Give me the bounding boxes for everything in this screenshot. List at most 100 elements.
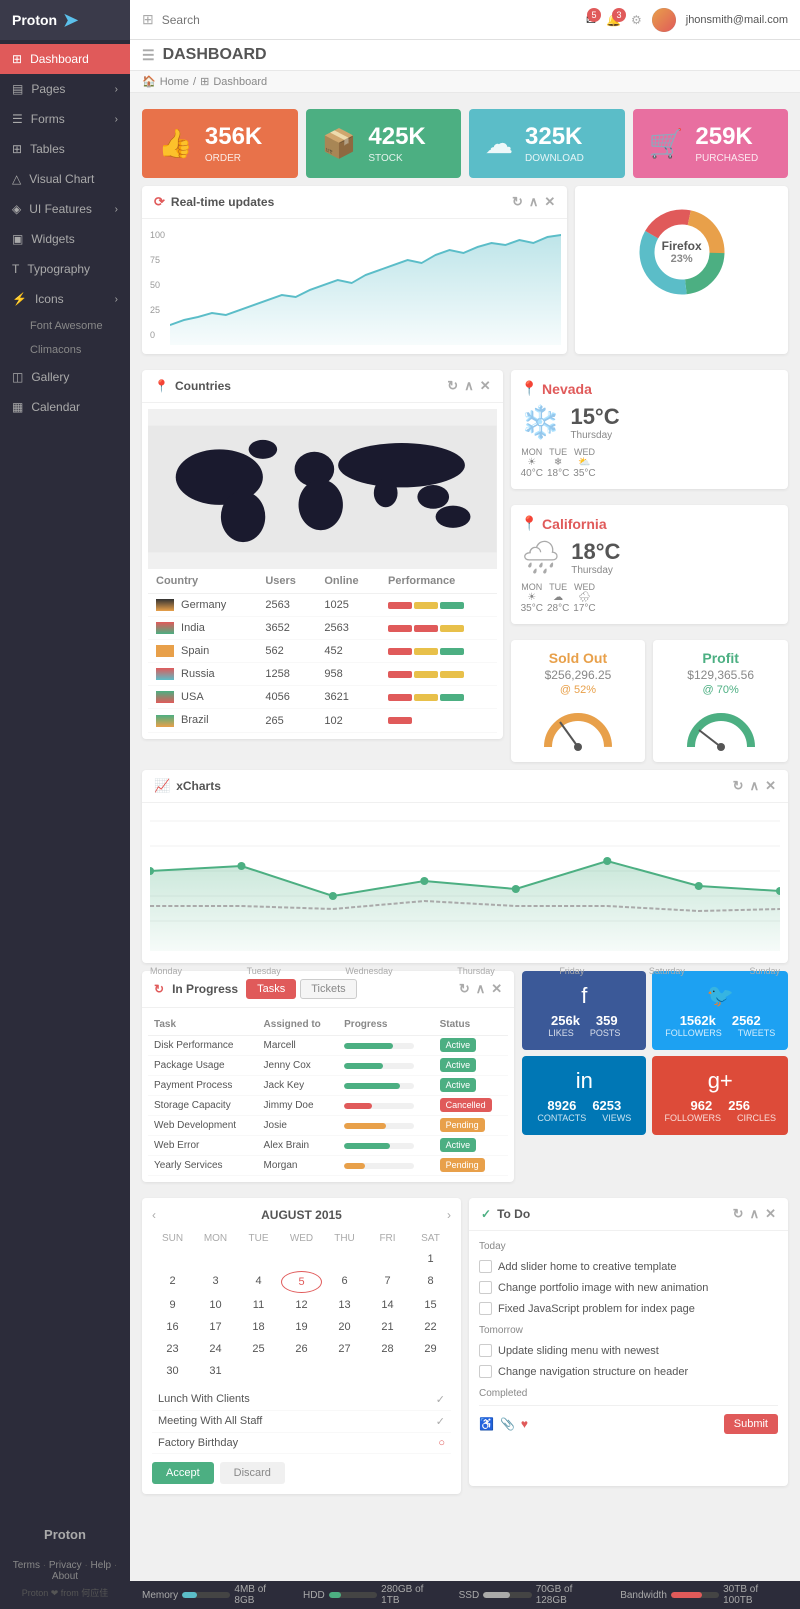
refresh-icon[interactable]: ↻ <box>733 778 744 794</box>
calendar-day[interactable]: 2 <box>152 1271 193 1293</box>
event-icon[interactable]: ○ <box>438 1437 445 1449</box>
calendar-day[interactable]: 29 <box>410 1339 451 1359</box>
sidebar-item-typography[interactable]: T Typography <box>0 254 130 284</box>
prev-month-button[interactable]: ‹ <box>152 1208 156 1222</box>
calendar-day[interactable]: 9 <box>152 1295 193 1315</box>
sidebar-item-climacons[interactable]: Climacons <box>0 338 130 362</box>
calendar-day[interactable]: 4 <box>238 1271 279 1293</box>
calendar-day[interactable]: 18 <box>238 1317 279 1337</box>
calendar-day[interactable]: 20 <box>324 1317 365 1337</box>
calendar-day[interactable]: 11 <box>238 1295 279 1315</box>
forecast-day: WED <box>573 582 595 592</box>
discard-button[interactable]: Discard <box>220 1462 285 1484</box>
sidebar-item-label: Forms <box>31 112 65 126</box>
todo-new-input[interactable] <box>534 1418 718 1430</box>
calendar-day[interactable]: 24 <box>195 1339 236 1359</box>
next-month-button[interactable]: › <box>447 1208 451 1222</box>
calendar-day[interactable]: 8 <box>410 1271 451 1293</box>
refresh-icon[interactable]: ↻ <box>512 194 523 210</box>
calendar-day[interactable]: 17 <box>195 1317 236 1337</box>
chevron-up-icon[interactable]: ∧ <box>750 1206 760 1222</box>
user-avatar[interactable] <box>652 8 676 32</box>
sidebar-item-gallery[interactable]: ◫ Gallery <box>0 362 130 392</box>
email-notification[interactable]: ✉ 5 <box>586 13 596 27</box>
calendar-day[interactable]: 16 <box>152 1317 193 1337</box>
calendar-day[interactable]: 23 <box>152 1339 193 1359</box>
accept-button[interactable]: Accept <box>152 1462 214 1484</box>
sidebar-item-icons[interactable]: ⚡ Icons › <box>0 284 130 314</box>
sidebar-item-ui-features[interactable]: ◈ UI Features › <box>0 194 130 224</box>
settings-icon[interactable]: ⚙ <box>631 13 642 27</box>
close-icon[interactable]: ✕ <box>491 981 502 997</box>
chevron-up-icon[interactable]: ∧ <box>529 194 539 210</box>
todo-checkbox[interactable] <box>479 1365 492 1378</box>
tab-tickets[interactable]: Tickets <box>300 979 356 999</box>
nevada-location: 📍 Nevada <box>521 380 778 397</box>
calendar-day[interactable]: 1 <box>410 1249 451 1269</box>
calendar-day[interactable]: 6 <box>324 1271 365 1293</box>
todo-item: Fixed JavaScript problem for index page <box>479 1298 778 1319</box>
sidebar-item-font-awesome[interactable]: Font Awesome <box>0 314 130 338</box>
refresh-icon[interactable]: ↻ <box>733 1206 744 1222</box>
calendar-day[interactable]: 27 <box>324 1339 365 1359</box>
about-link[interactable]: About <box>52 1571 78 1582</box>
li-number2: 6253 <box>592 1098 621 1113</box>
close-icon[interactable]: ✕ <box>480 378 491 394</box>
chart-refresh-icon: ⟳ <box>154 194 165 210</box>
tab-tasks[interactable]: Tasks <box>246 979 296 999</box>
refresh-icon[interactable]: ↻ <box>447 378 458 394</box>
chevron-right-icon: › <box>115 84 118 95</box>
calendar-day[interactable]: 13 <box>324 1295 365 1315</box>
calendar-day[interactable]: 28 <box>367 1339 408 1359</box>
chevron-up-icon[interactable]: ∧ <box>464 378 474 394</box>
calendar-day[interactable]: 15 <box>410 1295 451 1315</box>
event-icon[interactable]: ✓ <box>436 1415 445 1428</box>
calendar-day[interactable]: 19 <box>281 1317 322 1337</box>
close-icon[interactable]: ✕ <box>765 778 776 794</box>
chevron-up-icon[interactable]: ∧ <box>476 981 486 997</box>
xchart-x-axis: Monday Tuesday Wednesday Thursday Friday… <box>150 966 780 976</box>
calendar-day[interactable]: 3 <box>195 1271 236 1293</box>
event-icon[interactable]: ✓ <box>436 1393 445 1406</box>
todo-checkbox[interactable] <box>479 1281 492 1294</box>
refresh-icon[interactable]: ↻ <box>459 981 470 997</box>
close-icon[interactable]: ✕ <box>765 1206 776 1222</box>
breadcrumb-home[interactable]: Home <box>160 76 189 88</box>
sidebar-item-visual-chart[interactable]: △ Visual Chart <box>0 164 130 194</box>
calendar-day[interactable]: 7 <box>367 1271 408 1293</box>
calendar-day[interactable]: 22 <box>410 1317 451 1337</box>
sidebar-item-pages[interactable]: ▤ Pages › <box>0 74 130 104</box>
submit-button[interactable]: Submit <box>724 1414 778 1434</box>
calendar-day[interactable]: 31 <box>195 1361 236 1381</box>
calendar-day[interactable]: 26 <box>281 1339 322 1359</box>
close-icon[interactable]: ✕ <box>544 194 555 210</box>
terms-link[interactable]: Terms <box>13 1560 40 1571</box>
col-status: Status <box>434 1014 509 1036</box>
search-input[interactable] <box>162 13 578 27</box>
todo-checkbox[interactable] <box>479 1302 492 1315</box>
sidebar-item-widgets[interactable]: ▣ Widgets <box>0 224 130 254</box>
xchart-svg <box>150 811 780 961</box>
bell-notification[interactable]: 🔔 3 <box>606 13 621 27</box>
todo-checkbox[interactable] <box>479 1344 492 1357</box>
calendar-day[interactable]: 25 <box>238 1339 279 1359</box>
calendar-day[interactable]: 10 <box>195 1295 236 1315</box>
sidebar-item-dashboard[interactable]: ⊞ Dashboard <box>0 44 130 74</box>
table-row: Russia 1258 958 <box>148 663 497 686</box>
calendar-day[interactable]: 30 <box>152 1361 193 1381</box>
help-link[interactable]: Help <box>91 1560 112 1571</box>
sidebar-item-calendar[interactable]: ▦ Calendar <box>0 392 130 422</box>
calendar-day[interactable]: 21 <box>367 1317 408 1337</box>
calendar-day[interactable]: 14 <box>367 1295 408 1315</box>
sidebar-sub-label: Climacons <box>30 344 81 356</box>
calendar-day[interactable]: 5 <box>281 1271 322 1293</box>
sidebar-item-forms[interactable]: ☰ Forms › <box>0 104 130 134</box>
in-progress-title: In Progress <box>172 982 238 996</box>
nevada-temp: 15°C <box>570 404 619 430</box>
calendar-day[interactable]: 12 <box>281 1295 322 1315</box>
todo-checkbox[interactable] <box>479 1260 492 1273</box>
privacy-link[interactable]: Privacy <box>49 1560 82 1571</box>
heart-icon[interactable]: ♥ <box>521 1417 528 1431</box>
sidebar-item-tables[interactable]: ⊞ Tables <box>0 134 130 164</box>
chevron-up-icon[interactable]: ∧ <box>750 778 760 794</box>
